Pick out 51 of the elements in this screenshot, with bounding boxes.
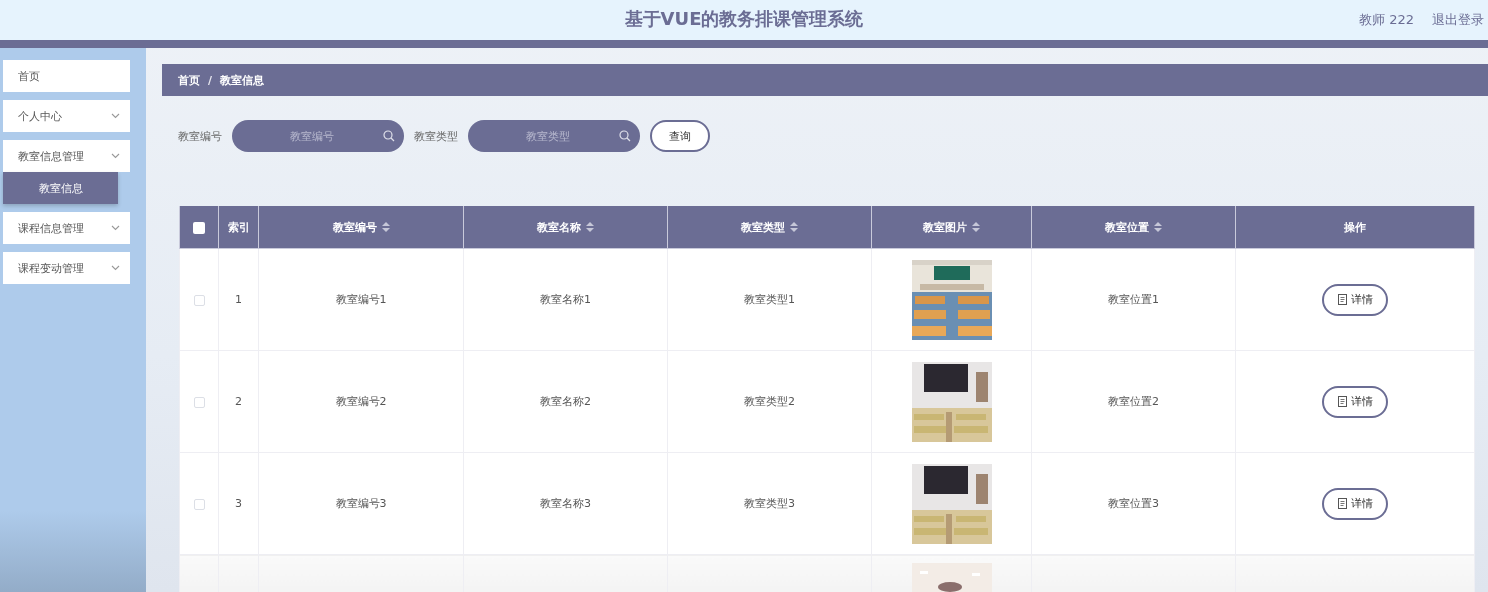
checkbox[interactable] (193, 498, 205, 510)
search-field[interactable]: 教室类型 (468, 120, 640, 152)
menu-item[interactable]: 首页 (3, 60, 130, 92)
table-cell: 教室编号3 (335, 497, 387, 510)
document-icon (1337, 498, 1347, 509)
table-cell: 教室类型3 (744, 497, 795, 510)
menu-item[interactable]: 个人中心 (3, 100, 130, 132)
table-cell: 教室编号1 (335, 293, 387, 306)
table-cell: 教室名称1 (540, 293, 591, 306)
search-icon (619, 130, 631, 142)
checkbox[interactable] (193, 221, 205, 234)
column-header[interactable]: 教室类型 (741, 219, 785, 235)
field-label: 教室编号 (178, 128, 222, 144)
document-icon (1337, 294, 1347, 305)
table-cell: 教室名称2 (540, 395, 591, 408)
search-button[interactable]: 查询 (650, 120, 710, 152)
menu-item[interactable]: 课程变动管理 (3, 252, 130, 284)
table-cell: 教室位置3 (1108, 497, 1159, 510)
column-header[interactable]: 教室名称 (537, 219, 581, 235)
column-header: 索引 (227, 219, 250, 235)
field-label: 教室类型 (414, 128, 458, 144)
column-header[interactable]: 教室编号 (332, 219, 377, 235)
checkbox[interactable] (193, 396, 205, 408)
table-cell: 教室类型1 (744, 293, 795, 306)
detail-button[interactable]: 详情 (1322, 385, 1388, 418)
column-header[interactable]: 教室图片 (923, 219, 967, 235)
table-cell: 教室编号2 (335, 395, 387, 408)
menu-item[interactable]: 教室信息管理 (3, 140, 130, 172)
table-cell: 教室名称3 (540, 497, 591, 510)
document-icon (1337, 396, 1347, 407)
breadcrumb-separator: / (208, 73, 213, 87)
submenu-item[interactable]: 教室信息 (3, 172, 118, 204)
logout-link[interactable]: 退出登录 (1432, 11, 1484, 29)
table-cell: 1 (235, 293, 242, 306)
column-header[interactable]: 教室位置 (1105, 219, 1149, 235)
table-cell: 教室位置1 (1108, 293, 1159, 306)
search-icon (383, 130, 395, 142)
checkbox[interactable] (193, 294, 205, 306)
search-field[interactable]: 教室编号 (232, 120, 404, 152)
table-cell: 教室位置2 (1108, 395, 1159, 408)
breadcrumb-item[interactable]: 首页 (178, 72, 200, 88)
user-name: 教师 222 (1359, 11, 1414, 29)
app-title: 基于VUE的教务排课管理系统 (624, 8, 864, 29)
breadcrumb-item: 教室信息 (220, 72, 265, 88)
menu-item[interactable]: 课程信息管理 (3, 212, 130, 244)
table-cell: 教室类型2 (744, 395, 795, 408)
detail-button[interactable]: 详情 (1322, 487, 1388, 520)
table-cell: 3 (235, 497, 242, 510)
column-header: 操作 (1344, 219, 1366, 235)
table-cell: 2 (235, 395, 242, 408)
detail-button[interactable]: 详情 (1322, 283, 1388, 316)
